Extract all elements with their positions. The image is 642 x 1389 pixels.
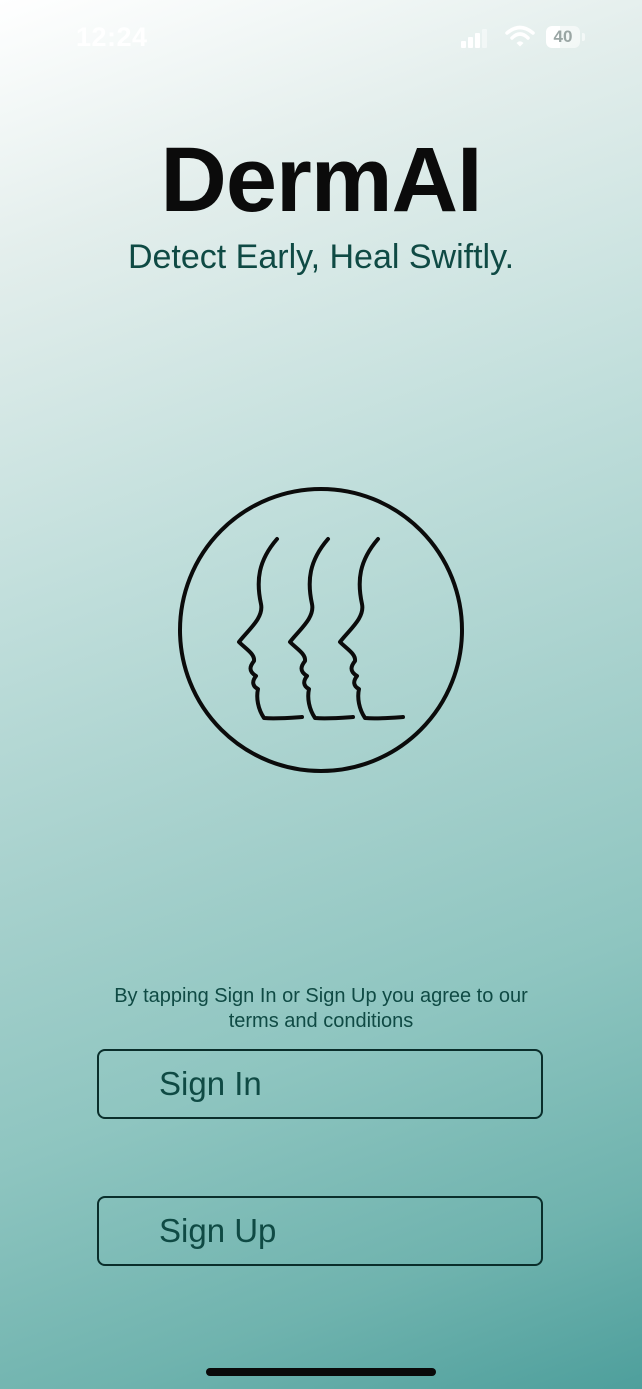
sign-in-label: Sign In — [159, 1065, 262, 1102]
battery-level-text: 40 — [553, 27, 573, 46]
battery-icon: 40 — [546, 26, 586, 50]
status-time: 12:24 — [76, 22, 148, 52]
sign-up-button[interactable]: Sign Up — [97, 1196, 543, 1266]
home-indicator[interactable] — [206, 1368, 436, 1376]
status-bar: 12:24 40 — [0, 0, 642, 80]
app-title: DermAI — [160, 129, 482, 231]
sign-in-button[interactable]: Sign In — [97, 1049, 543, 1119]
sign-up-label: Sign Up — [159, 1212, 277, 1249]
terms-notice: By tapping Sign In or Sign Up you agree … — [80, 984, 562, 1034]
wifi-icon — [505, 24, 535, 48]
app-tagline: Detect Early, Heal Swiftly. — [127, 238, 515, 276]
terms-line-2: terms and conditions — [228, 1010, 414, 1032]
terms-line-1: By tapping Sign In or Sign Up you agree … — [114, 985, 528, 1007]
cellular-signal-icon — [461, 28, 489, 48]
three-face-profiles-icon — [176, 486, 466, 776]
